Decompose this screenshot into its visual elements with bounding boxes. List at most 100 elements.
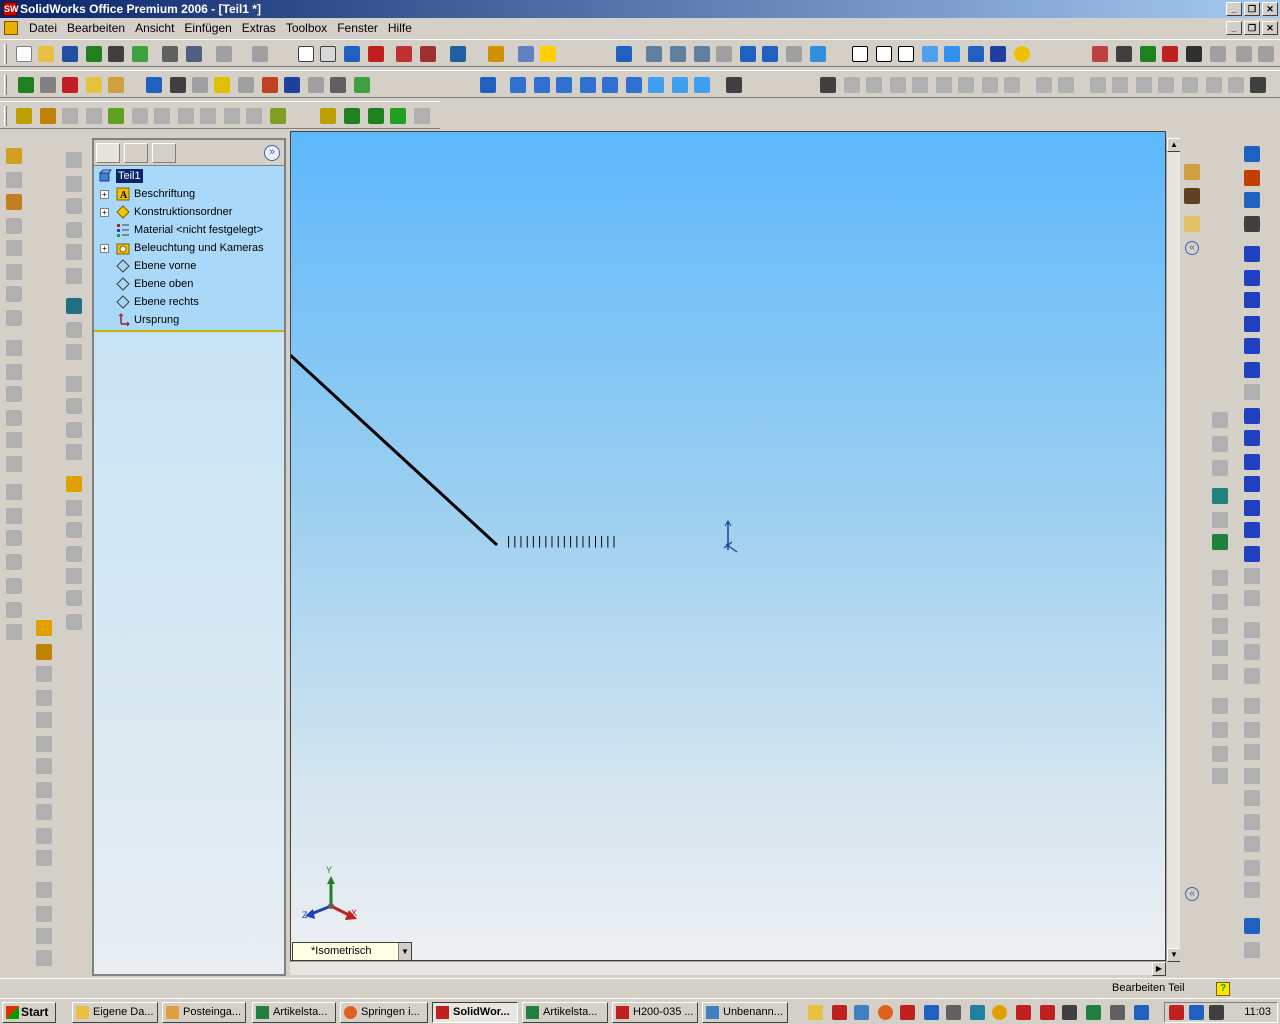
view-orientation-icon[interactable] xyxy=(616,46,632,62)
help-icon[interactable] xyxy=(540,46,556,62)
sketched-bend-icon[interactable] xyxy=(1206,77,1222,93)
dimetric-view-icon[interactable] xyxy=(694,77,710,93)
quicklaunch-ie-icon[interactable] xyxy=(924,1005,939,1020)
quicklaunch-word-icon[interactable] xyxy=(1040,1005,1055,1020)
doc-minimize-button[interactable]: _ xyxy=(1226,21,1242,35)
normal-to-icon[interactable] xyxy=(480,77,496,93)
flatten-icon[interactable] xyxy=(1250,77,1266,93)
weldment-icon[interactable] xyxy=(36,666,52,682)
scale-icon[interactable] xyxy=(982,77,998,93)
doc-restore-button[interactable]: ❐ xyxy=(1244,21,1260,35)
mate-reference-icon[interactable] xyxy=(414,108,430,124)
split-line-icon[interactable] xyxy=(66,476,82,492)
sketch-chamfer-icon[interactable] xyxy=(1212,768,1228,784)
menu-fenster[interactable]: Fenster xyxy=(332,18,383,38)
taskbar-button-artikelstamm[interactable]: Artikelsta... xyxy=(252,1002,336,1023)
graphics-area[interactable]: |||||||||||||||||| Y X Z xyxy=(290,131,1166,961)
grid-icon[interactable] xyxy=(396,46,412,62)
tray-security-icon[interactable] xyxy=(1189,1005,1204,1020)
radiate-surface-icon[interactable] xyxy=(66,298,82,314)
animator-icon[interactable] xyxy=(1116,46,1132,62)
chevron-down-icon[interactable]: ▼ xyxy=(398,943,411,960)
cut-list-icon[interactable] xyxy=(36,804,52,820)
home-icon[interactable] xyxy=(1184,164,1200,180)
mold-tools-icon[interactable] xyxy=(820,77,836,93)
equations-icon[interactable] xyxy=(284,77,300,93)
start-button[interactable]: Start xyxy=(2,1002,56,1023)
taskbar-button-solidworks[interactable]: SolidWor... xyxy=(432,1002,518,1023)
taskbar-button-springen[interactable]: Springen i... xyxy=(340,1002,428,1023)
trimetric-view-icon[interactable] xyxy=(672,77,688,93)
taskbar-button-posteingang[interactable]: Posteinga... xyxy=(162,1002,246,1023)
extend-surface-icon[interactable] xyxy=(66,376,82,392)
shadows-icon[interactable] xyxy=(968,46,984,62)
base-flange-icon[interactable] xyxy=(1112,77,1128,93)
undo-icon[interactable] xyxy=(216,46,232,62)
circle-tool-icon[interactable] xyxy=(1244,292,1260,308)
hidden-lines-removed-icon[interactable] xyxy=(898,46,914,62)
smart-dimension-icon[interactable] xyxy=(40,108,56,124)
menu-bearbeiten[interactable]: Bearbeiten xyxy=(62,18,130,38)
horizontal-scrollbar[interactable]: ▶ xyxy=(290,961,1166,976)
run-macro-icon[interactable] xyxy=(18,77,34,93)
isometric-view-icon[interactable] xyxy=(648,77,664,93)
parting-line-icon[interactable] xyxy=(844,77,860,93)
bounding-box-icon[interactable] xyxy=(36,828,52,844)
ruled-surface-icon[interactable] xyxy=(912,77,928,93)
taskbar-button-unbenannt[interactable]: Unbenann... xyxy=(702,1002,788,1023)
realview-icon[interactable] xyxy=(1014,46,1030,62)
photoworks-icon[interactable] xyxy=(1092,46,1108,62)
save-icon[interactable] xyxy=(62,46,78,62)
circular-sketch-pattern-icon[interactable] xyxy=(1244,814,1260,830)
toolbox-icon[interactable] xyxy=(450,46,466,62)
tangent-arc-icon[interactable] xyxy=(1244,338,1260,354)
rectangle-tool-icon[interactable] xyxy=(1244,270,1260,286)
vertical-scrollbar[interactable]: ▲ ▼ xyxy=(1166,138,1181,962)
add-relation-icon[interactable] xyxy=(1244,836,1260,852)
indent-icon[interactable] xyxy=(36,950,52,966)
tolerance-icon[interactable] xyxy=(330,77,346,93)
design-library-icon[interactable] xyxy=(1184,188,1200,204)
propertymanager-tab[interactable] xyxy=(124,143,148,163)
3d-instant-website-icon[interactable] xyxy=(1162,46,1178,62)
sketch-slot-icon[interactable] xyxy=(1212,722,1228,738)
zoom-page-icon[interactable] xyxy=(186,46,202,62)
surface-sweep-icon[interactable] xyxy=(66,198,82,214)
zoom-fit-icon[interactable] xyxy=(646,46,662,62)
new-document-icon[interactable] xyxy=(16,46,32,62)
quicklaunch-solidworks-icon[interactable] xyxy=(832,1005,847,1020)
fillet-feature-icon[interactable] xyxy=(6,340,22,356)
tree-item-material[interactable]: Material <nicht festgelegt> xyxy=(94,221,284,239)
boundary-surface-icon[interactable] xyxy=(66,244,82,260)
display-relations-icon[interactable] xyxy=(1244,860,1260,876)
solidworks-app-icon[interactable]: SW xyxy=(3,2,19,16)
sketch-pattern-icon[interactable] xyxy=(6,578,22,594)
chamfer-icon[interactable] xyxy=(200,108,216,124)
ellipse-icon[interactable] xyxy=(1244,522,1260,538)
sketch-edit-icon[interactable] xyxy=(1244,146,1260,162)
unfold-icon[interactable] xyxy=(1228,77,1244,93)
text-icon[interactable] xyxy=(1244,546,1260,562)
link-views-icon[interactable] xyxy=(726,77,742,93)
quicklaunch-calc-icon[interactable] xyxy=(970,1005,985,1020)
swept-boss-icon[interactable] xyxy=(6,218,22,234)
draft-icon[interactable] xyxy=(1004,77,1020,93)
tree-item-ursprung[interactable]: Ursprung xyxy=(94,311,284,329)
rib-feature-icon[interactable] xyxy=(6,386,22,402)
expand-icon[interactable]: + xyxy=(100,190,109,199)
gusset-icon[interactable] xyxy=(36,758,52,774)
featuremanager-tab[interactable] xyxy=(96,143,120,163)
offset-entities-icon[interactable] xyxy=(1244,590,1260,606)
reference-geometry-icon[interactable] xyxy=(270,108,286,124)
shut-off-icon[interactable] xyxy=(866,77,882,93)
quicklaunch-tool-icon[interactable] xyxy=(1086,1005,1101,1020)
section-view-icon[interactable] xyxy=(990,46,1006,62)
line-tool-icon[interactable] xyxy=(1244,246,1260,262)
quicklaunch-explorer-icon[interactable] xyxy=(808,1005,823,1020)
quicklaunch-user-icon[interactable] xyxy=(1062,1005,1077,1020)
extrude-icon[interactable] xyxy=(62,108,78,124)
parting-surface-icon[interactable] xyxy=(890,77,906,93)
dimxpert-icon[interactable] xyxy=(1244,942,1260,958)
linear-pattern-icon[interactable] xyxy=(6,484,22,500)
menu-einfuegen[interactable]: Einfügen xyxy=(179,18,236,38)
